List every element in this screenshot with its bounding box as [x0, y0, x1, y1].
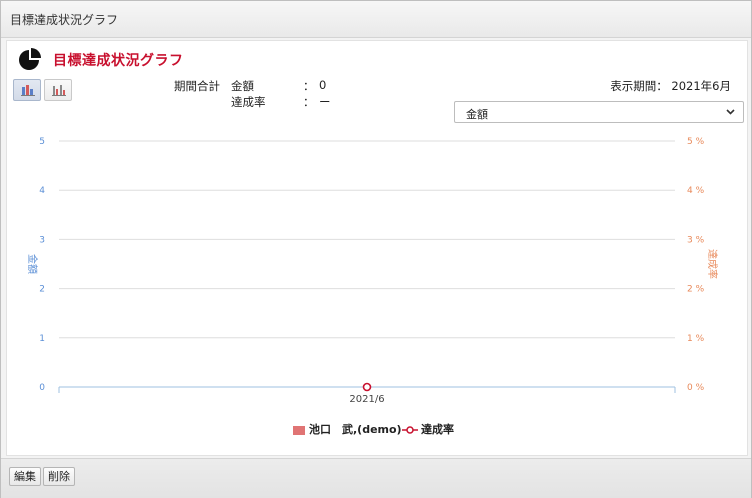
- rate-point: [362, 382, 372, 392]
- footer-toolbar: 編集 削除: [1, 458, 751, 498]
- x-tick-label: 2021/6: [349, 394, 384, 405]
- edit-button[interactable]: 編集: [9, 467, 41, 486]
- rate-value: ー: [319, 95, 331, 109]
- y-tick-label-left: 5: [39, 137, 45, 147]
- legend-item-bar[interactable]: 池口 武,(demo): [293, 421, 402, 437]
- y-tick-label-right: 1 %: [687, 334, 705, 344]
- y-tick-label-left: 0: [39, 383, 45, 393]
- window-frame: 目標達成状況グラフ 目標達成状況グラフ 期間合計 金額 ： 0 達成率 ： ー …: [0, 0, 752, 498]
- y-tick-label-left: 4: [39, 186, 45, 196]
- display-period: 表示期間： 2021年6月: [610, 79, 731, 93]
- chevron-down-icon: [726, 109, 735, 115]
- goal-chart: 0 1 2 3 4 5 0 % 1 % 2 % 3 % 4 % 5 % 金額 達成率 2021/6: [26, 137, 719, 405]
- metric-select[interactable]: 金額: [454, 101, 744, 123]
- amount-label: 金額: [231, 79, 254, 93]
- amount-separator: ：: [303, 79, 315, 93]
- bar-chart-view-button[interactable]: [13, 79, 41, 101]
- y-tick-label-left: 3: [39, 235, 45, 245]
- y-tick-label-right: 0 %: [687, 383, 705, 393]
- pie-chart-icon: [19, 48, 41, 70]
- delete-button[interactable]: 削除: [43, 467, 75, 486]
- summary-label: 期間合計: [174, 79, 220, 93]
- rate-label: 達成率: [231, 95, 266, 109]
- legend-bar-label: 池口 武,(demo): [309, 423, 402, 436]
- y-tick-label-right: 2 %: [687, 285, 705, 295]
- y-tick-label-right: 5 %: [687, 137, 705, 147]
- metric-select-value: 金額: [466, 108, 488, 121]
- y-axis-title-right: 達成率: [706, 249, 719, 279]
- legend-item-line[interactable]: 達成率: [402, 421, 454, 437]
- rate-separator: ：: [303, 95, 315, 109]
- legend-line-marker: [402, 426, 418, 434]
- y-tick-label-left: 2: [39, 285, 45, 295]
- y-tick-label-left: 1: [39, 334, 45, 344]
- window-titlebar: 目標達成状況グラフ: [1, 1, 751, 38]
- panel-title: 目標達成状況グラフ: [53, 53, 184, 69]
- amount-value: 0: [319, 78, 327, 92]
- y-axis-title-left: 金額: [26, 254, 39, 274]
- legend-bar-swatch: [293, 425, 305, 435]
- graph-panel: 目標達成状況グラフ 期間合計 金額 ： 0 達成率 ： ー 表示期間： 2021…: [6, 40, 748, 456]
- legend-line-label: 達成率: [421, 423, 454, 436]
- grouped-bar-icon: [52, 85, 66, 96]
- y-tick-label-right: 4 %: [687, 186, 705, 196]
- panel-header: 目標達成状況グラフ: [7, 41, 747, 75]
- bar-chart-icon: [21, 85, 35, 96]
- grouped-bar-view-button[interactable]: [44, 79, 72, 101]
- y-tick-label-right: 3 %: [687, 235, 705, 245]
- window-title: 目標達成状況グラフ: [10, 13, 119, 27]
